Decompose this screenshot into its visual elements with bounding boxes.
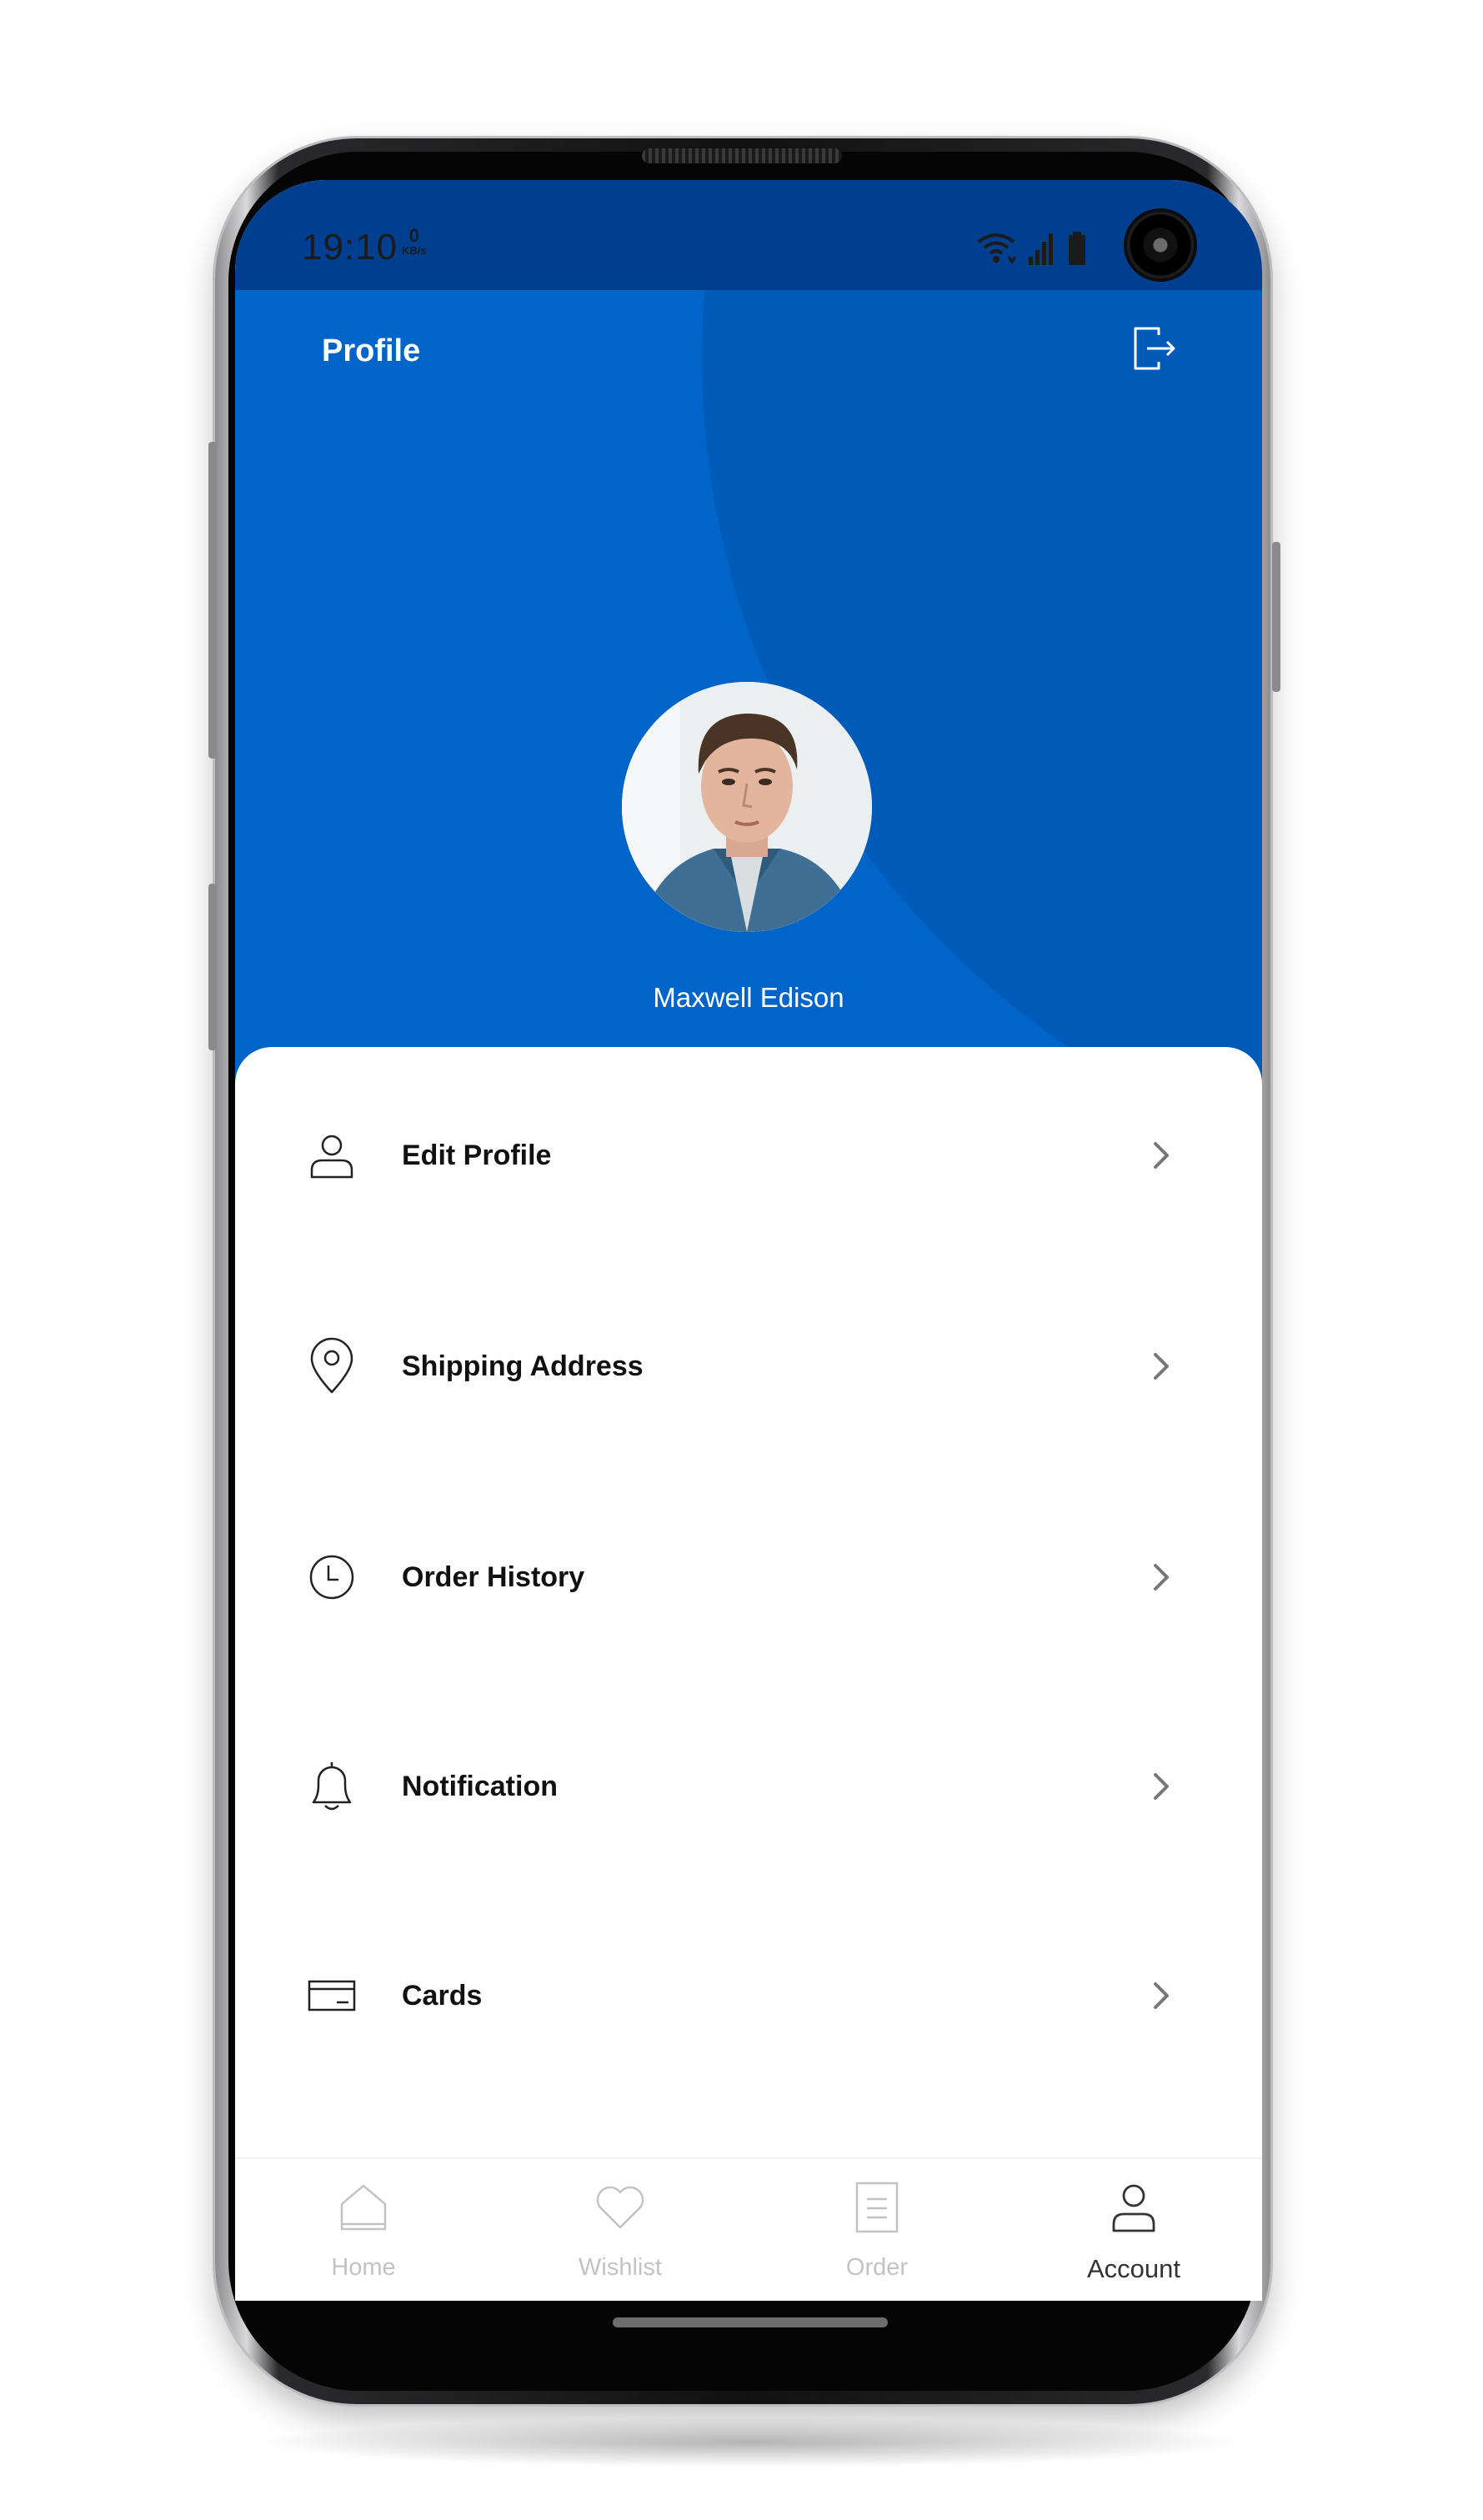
nav-item-account[interactable]: Account [1005, 2159, 1262, 2301]
nav-item-wishlist[interactable]: Wishlist [492, 2159, 749, 2301]
network-speed-value: 0 [408, 225, 419, 246]
order-list-icon [855, 2182, 899, 2233]
menu-item-order-history[interactable]: Order History [235, 1519, 1262, 1636]
menu-item-notification[interactable]: Notification [235, 1728, 1262, 1845]
power-button [1272, 542, 1280, 692]
logout-button[interactable] [1129, 323, 1179, 373]
clock-icon [305, 1551, 358, 1604]
chevron-right-icon [1154, 1142, 1169, 1169]
chevron-right-icon [1154, 1773, 1169, 1800]
menu-item-label: Edit Profile [402, 1139, 552, 1171]
heart-icon [596, 2186, 644, 2229]
earpiece-speaker [642, 148, 842, 163]
menu-item-cards[interactable]: Cards [235, 1937, 1262, 2054]
user-icon [305, 1129, 358, 1182]
nav-item-home[interactable]: Home [235, 2159, 492, 2301]
logout-icon [1134, 327, 1175, 370]
bottom-nav: Home Wishlist Order Account [235, 2157, 1262, 2301]
nav-item-order[interactable]: Order [749, 2159, 1005, 2301]
nav-label: Wishlist [579, 2254, 662, 2281]
volume-button [208, 442, 217, 759]
network-speed: 0 KB/s [402, 225, 427, 258]
menu-item-label: Notification [402, 1770, 558, 1802]
signal-icon [1029, 233, 1053, 265]
bell-icon [305, 1760, 358, 1813]
user-icon [1112, 2184, 1155, 2232]
user-name: Maxwell Edison [653, 982, 844, 1013]
avatar[interactable] [622, 682, 872, 932]
phone-screen: 19:10 0 KB/s Profile Maxwell Edison Edit… [235, 180, 1262, 2301]
status-icons [975, 228, 1087, 265]
front-camera [1127, 212, 1194, 278]
menu-item-label: Order History [402, 1561, 585, 1593]
home-indicator[interactable] [613, 2317, 888, 2327]
home-icon [340, 2184, 387, 2231]
nav-label: Account [1086, 2254, 1180, 2283]
nav-label: Home [331, 2254, 396, 2281]
bixby-button [208, 884, 217, 1050]
page: 19:10 0 KB/s Profile Maxwell Edison Edit… [0, 0, 1483, 2520]
chevron-right-icon [1154, 1564, 1169, 1591]
menu-item-shipping-address[interactable]: Shipping Address [235, 1308, 1262, 1425]
chevron-right-icon [1154, 1353, 1169, 1380]
avatar-photo [622, 682, 872, 932]
page-title: Profile [322, 333, 421, 368]
profile-menu: Edit Profile Shipping Address Order Hist… [235, 1047, 1262, 2214]
menu-item-edit-profile[interactable]: Edit Profile [235, 1097, 1262, 1214]
network-speed-unit: KB/s [402, 244, 427, 257]
nav-label: Order [845, 2254, 909, 2281]
chevron-right-icon [1154, 1982, 1169, 2009]
status-bar: 19:10 0 KB/s [235, 180, 1262, 290]
menu-item-label: Cards [402, 1979, 483, 2011]
menu-item-label: Shipping Address [402, 1350, 644, 1382]
wifi-icon [977, 233, 1017, 264]
status-time: 19:10 [302, 227, 398, 268]
credit-card-icon [305, 1969, 358, 2022]
phone-shadow [250, 2417, 1250, 2467]
location-pin-icon [305, 1337, 358, 1394]
battery-icon [1069, 232, 1085, 265]
